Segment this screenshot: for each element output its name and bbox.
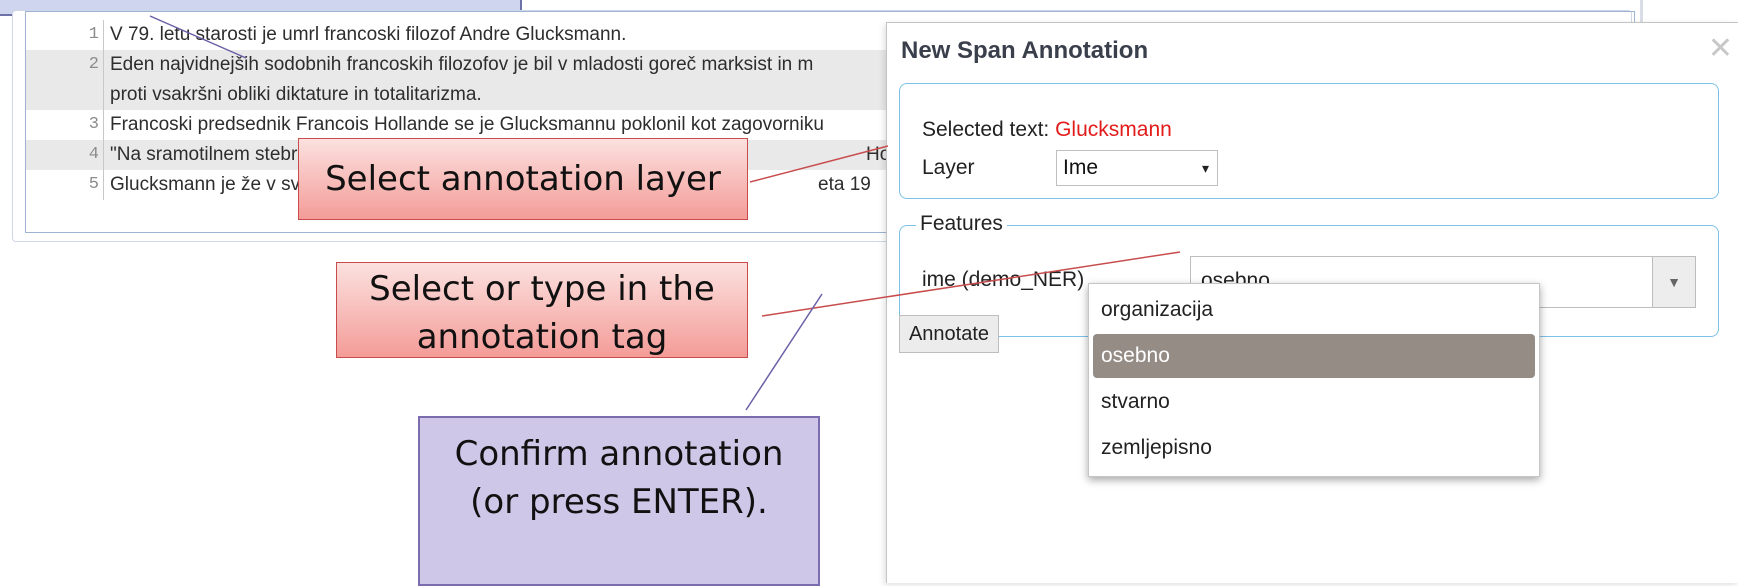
sentence-text[interactable]: V 79. letu starosti je umrl francoski fi… — [110, 20, 626, 50]
sentence-text[interactable]: Glucksmann je že v svoj — [110, 170, 315, 200]
layer-label: Layer — [922, 156, 975, 179]
annotate-button[interactable]: Annotate — [899, 315, 999, 353]
feature-dropdown-list: organizacija osebno stvarno zemljepisno — [1088, 283, 1540, 477]
sentence-number — [26, 80, 104, 110]
sentence-row-continuation[interactable]: proti vsakršni obliki diktature in total… — [26, 80, 906, 110]
sentence-number: 4 — [26, 140, 104, 170]
callout-text-line: Confirm annotation — [454, 434, 784, 474]
sentence-text-fragment: eta 19 — [818, 174, 871, 195]
callout-text-line: Select or type in the — [369, 269, 715, 309]
sentence-text[interactable]: Francoski predsednik Francois Hollande s… — [110, 110, 824, 140]
sentence-text[interactable]: proti vsakršni obliki diktature in total… — [110, 80, 482, 110]
dropdown-option[interactable]: stvarno — [1093, 380, 1535, 424]
sentence-number: 1 — [26, 20, 104, 50]
sentence-row[interactable]: 2 Eden najvidnejših sodobnih francoskih … — [26, 50, 906, 80]
callout-text-line: annotation tag — [416, 317, 668, 357]
dropdown-option[interactable]: zemljepisno — [1093, 426, 1535, 470]
dialog-title: New Span Annotation — [901, 37, 1149, 64]
feature-label: ime (demo_NER) — [922, 268, 1085, 291]
selected-text-row: Selected text: Glucksmann — [922, 118, 1172, 142]
pointer-line-confirm — [745, 293, 823, 411]
selection-fieldset: Selected text: Glucksmann Layer Ime ▾ — [899, 83, 1719, 199]
features-legend: Features — [916, 212, 1007, 236]
sentence-number: 5 — [26, 170, 104, 200]
callout-confirm: Confirm annotation (or press ENTER). — [418, 416, 820, 586]
dropdown-arrow-icon[interactable]: ▼ — [1652, 257, 1695, 307]
callout-select-tag: Select or type in the annotation tag — [336, 262, 748, 358]
sentence-number: 2 — [26, 50, 104, 80]
sentence-row[interactable]: 1 V 79. letu starosti je umrl francoski … — [26, 20, 906, 50]
sentence-text[interactable]: Eden najvidnejših sodobnih francoskih fi… — [110, 50, 813, 80]
sentence-text[interactable]: "Na sramotilnem stebru — [110, 140, 308, 170]
callout-text-line: (or press ENTER). — [470, 482, 768, 522]
layer-select[interactable]: Ime ▾ — [1056, 150, 1218, 186]
sentence-row[interactable]: 3 Francoski predsednik Francois Hollande… — [26, 110, 906, 140]
chevron-down-icon: ▾ — [1201, 160, 1209, 176]
dropdown-option[interactable]: organizacija — [1093, 288, 1535, 332]
layer-select-value: Ime — [1063, 156, 1099, 179]
selected-text-label: Selected text: — [922, 118, 1050, 141]
close-icon[interactable]: ✕ — [1708, 31, 1733, 66]
dropdown-option-selected[interactable]: osebno — [1093, 334, 1535, 378]
selected-text-value: Glucksmann — [1055, 118, 1172, 141]
callout-select-layer: Select annotation layer — [298, 138, 748, 220]
sentence-number: 3 — [26, 110, 104, 140]
